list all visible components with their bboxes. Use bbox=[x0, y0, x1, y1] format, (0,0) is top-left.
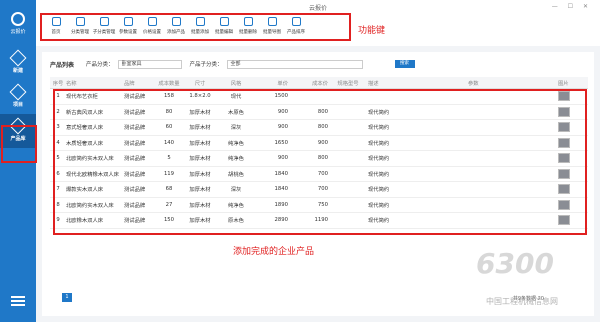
column-header[interactable]: 品牌 bbox=[124, 79, 154, 87]
column-header[interactable]: 成本价 bbox=[288, 79, 328, 87]
column-header[interactable]: 参数 bbox=[468, 79, 558, 87]
cube-icon bbox=[9, 83, 27, 101]
watermark-number: 6300 bbox=[476, 247, 554, 280]
annotation-function-keys: 功能键 bbox=[358, 26, 386, 36]
subcategory-label: 产品子分类： bbox=[189, 62, 223, 68]
filter-bar: 产品列表 产品分类： 卧室家具 产品子分类： 全部 搜索 bbox=[50, 57, 586, 71]
cloud-logo-icon bbox=[11, 11, 25, 26]
column-header[interactable]: 单价 bbox=[256, 79, 288, 87]
column-header[interactable]: 尺寸 bbox=[184, 79, 216, 87]
window-controls[interactable]: — ☐ ✕ bbox=[552, 3, 592, 10]
watermark-text: 中国工程机械信息网 bbox=[486, 297, 558, 306]
sidebar-item-new[interactable]: 新建 bbox=[0, 46, 36, 80]
column-header[interactable]: 描述 bbox=[368, 79, 468, 87]
search-button[interactable]: 搜索 bbox=[394, 60, 415, 68]
annotation-added-products: 添加完成的企业产品 bbox=[233, 247, 315, 257]
hamburger-icon[interactable] bbox=[11, 294, 25, 308]
sidebar-item-label: 新建 bbox=[12, 68, 23, 74]
subcategory-select[interactable]: 全部 bbox=[226, 59, 363, 69]
table-header: 序号 名称 品牌 成本数量 尺寸 风格 单价 成本价 规格型号 描述 参数 图片 bbox=[50, 77, 588, 89]
column-header[interactable]: 名称 bbox=[66, 79, 124, 87]
column-header[interactable]: 图片 bbox=[558, 79, 588, 87]
category-select[interactable]: 卧室家具 bbox=[117, 59, 182, 69]
column-header[interactable]: 风格 bbox=[216, 79, 256, 87]
page-title: 产品列表 bbox=[50, 61, 75, 69]
highlight-box-sidebar bbox=[1, 125, 37, 163]
highlight-box-table bbox=[53, 89, 587, 235]
doc-icon bbox=[9, 49, 27, 67]
column-header[interactable]: 规格型号 bbox=[328, 79, 368, 87]
column-header[interactable]: 序号 bbox=[50, 79, 66, 87]
app-logo-label: 云报价 bbox=[10, 28, 26, 35]
app-logo: 云报价 bbox=[0, 0, 36, 46]
page-button[interactable]: 1 bbox=[62, 293, 72, 302]
window-title: 云报价 bbox=[308, 5, 327, 12]
category-label: 产品分类： bbox=[86, 62, 114, 68]
column-header[interactable]: 成本数量 bbox=[154, 79, 184, 87]
highlight-box-toolbar bbox=[40, 13, 351, 41]
sidebar-item-projects[interactable]: 项目 bbox=[0, 80, 36, 114]
sidebar-item-label: 项目 bbox=[12, 102, 23, 108]
